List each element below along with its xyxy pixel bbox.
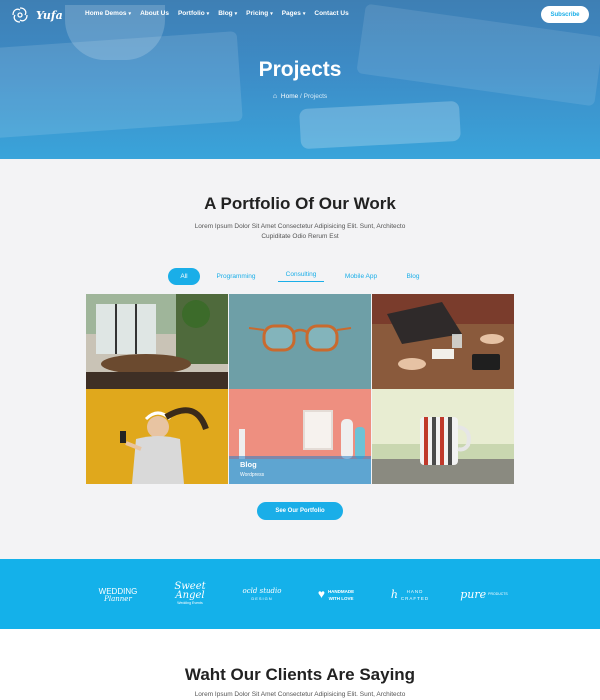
brand-logo-ocld-studio: ocld studio DESIGN	[234, 579, 290, 609]
brand-logo-sub: DESIGN	[251, 595, 273, 601]
filter-all[interactable]: All	[168, 268, 200, 285]
brand-logo-sub: PRODUCTS	[488, 592, 508, 596]
nav-item-about-us[interactable]: About Us	[140, 10, 169, 17]
top-navigation: Yufa Home Demos ▾ About Us Portfolio ▾ Blog ▾ P…	[0, 0, 600, 30]
brand-logo-text: HAND CRAFTED	[401, 587, 429, 602]
portfolio-filters: All Programming Consulting Mobile App Bl…	[0, 268, 600, 286]
chevron-down-icon: ▾	[234, 10, 238, 17]
portfolio-title: A Portfolio Of Our Work	[204, 194, 396, 213]
hero-banner: Yufa Home Demos ▾ About Us Portfolio ▾ Blog ▾ P…	[0, 0, 600, 159]
chevron-down-icon: ▾	[270, 10, 273, 17]
testimonials-description: Lorem Ipsum Dolor Sit Amet Consectetur A…	[194, 691, 406, 698]
brand-logo-text: HANDMADE WITH LOVE	[328, 587, 354, 602]
brand-logo-main: Sweet Angel	[174, 581, 206, 601]
see-portfolio-button[interactable]: See Our Portfolio	[257, 502, 343, 520]
main-menu: Home Demos ▾ About Us Portfolio ▾ Blog ▾ Pricin…	[85, 10, 358, 17]
woman-headphones-image	[86, 389, 228, 484]
breadcrumb-home[interactable]: Home	[281, 93, 298, 100]
nav-item-label: Pricing	[246, 10, 269, 17]
chevron-down-icon: ▾	[302, 10, 306, 17]
brand-logo-sub: WITH LOVE	[328, 595, 354, 601]
striped-mug-image	[372, 389, 514, 484]
script-h-icon: ℎ	[390, 587, 398, 601]
chevron-down-icon: ▾	[206, 10, 210, 17]
swirl-logo-icon	[12, 7, 28, 23]
logo-text: Yufa	[36, 8, 63, 22]
brand-logo-main: HANDMADE	[327, 588, 355, 594]
logo[interactable]: Yufa	[12, 7, 63, 23]
phone-shape	[299, 100, 461, 150]
filter-programming[interactable]: Programming	[210, 268, 262, 285]
meeting-table-image	[372, 294, 514, 389]
nav-item-blog[interactable]: Blog ▾	[218, 10, 237, 17]
nav-item-label: Portfolio	[177, 10, 205, 17]
brand-logo-sub: Wedding Events	[177, 601, 203, 605]
nav-item-label: Home Demos	[85, 10, 127, 17]
nav-item-label: Pages	[281, 10, 301, 17]
portfolio-grid: Blog Wordpress	[86, 294, 514, 484]
brand-logo-main: HAND	[406, 588, 424, 594]
brand-logo-sub: CRAFTED	[400, 595, 430, 601]
filter-mobile-app[interactable]: Mobile App	[338, 268, 384, 285]
portfolio-item-blog[interactable]: Blog Wordpress	[229, 389, 371, 484]
chevron-down-icon: ▾	[128, 10, 132, 17]
brand-logo-hand-crafted: ℎ HAND CRAFTED	[382, 579, 438, 609]
filter-consulting[interactable]: Consulting	[278, 268, 324, 282]
testimonials-title: Waht Our Clients Are Saying	[184, 665, 416, 684]
caption-title: Blog	[240, 460, 257, 469]
nav-item-home-demos[interactable]: Home Demos ▾	[85, 10, 131, 17]
subscribe-button[interactable]: Subscribe	[541, 6, 589, 23]
nav-item-label: Blog	[218, 10, 233, 17]
home-icon: ⌂	[272, 93, 278, 100]
cafe-interior-image	[86, 294, 228, 389]
portfolio-item-meeting[interactable]	[372, 294, 514, 389]
brand-logo-pure: pure PRODUCTS	[456, 579, 512, 609]
breadcrumb-current: Projects	[303, 93, 328, 100]
brand-logo-main: ocld studio	[242, 586, 282, 595]
breadcrumb: ⌂ Home / Projects	[0, 93, 600, 100]
portfolio-item-caption: Blog Wordpress	[229, 456, 371, 484]
page-title: Projects	[258, 58, 342, 81]
portfolio-item-cafe[interactable]	[86, 294, 228, 389]
nav-item-portfolio[interactable]: Portfolio ▾	[178, 10, 209, 17]
nav-item-contact-us[interactable]: Contact Us	[314, 10, 348, 17]
testimonials-section: Waht Our Clients Are Saying Lorem Ipsum …	[0, 629, 600, 700]
heart-icon: ♥	[317, 587, 325, 601]
breadcrumb-separator: /	[300, 93, 302, 100]
caption-subtitle: Wordpress	[240, 472, 265, 478]
nav-item-pages[interactable]: Pages ▾	[282, 10, 306, 17]
brand-logos-band: WEDDING Planner Sweet Angel Wedding Even…	[0, 559, 600, 629]
nav-item-label: Contact Us	[314, 10, 349, 17]
nav-item-pricing[interactable]: Pricing ▾	[246, 10, 273, 17]
portfolio-item-mug[interactable]	[372, 389, 514, 484]
portfolio-item-glasses[interactable]	[229, 294, 371, 389]
portfolio-item-headphones[interactable]	[86, 389, 228, 484]
brand-logo-main: pure	[460, 587, 487, 601]
brand-logo-handmade: ♥ HANDMADE WITH LOVE	[308, 579, 364, 609]
portfolio-description: Lorem Ipsum Dolor Sit Amet Consectetur A…	[194, 223, 406, 240]
nav-item-label: About Us	[140, 10, 169, 17]
brand-logo-sub: Planner	[104, 594, 132, 603]
filter-blog[interactable]: Blog	[398, 268, 428, 285]
brand-logo-wedding-planner: WEDDING Planner	[88, 579, 148, 609]
orange-glasses-image	[229, 294, 371, 389]
brand-logo-sweet-angel: Sweet Angel Wedding Events	[160, 579, 220, 609]
